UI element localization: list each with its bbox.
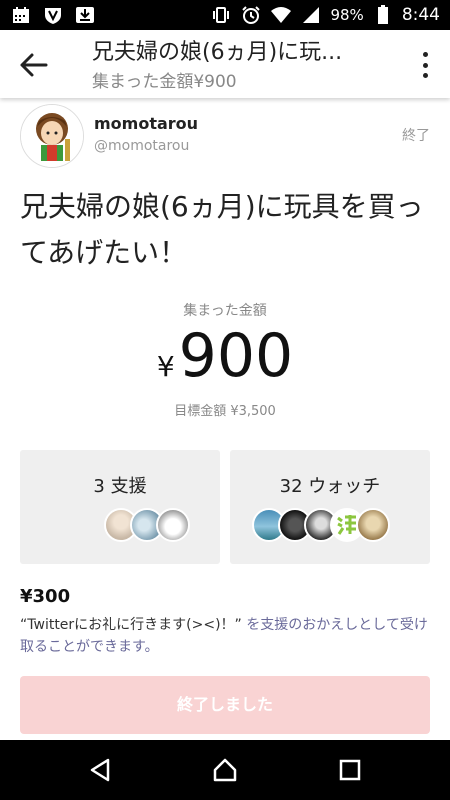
supporter-avatars <box>104 508 190 542</box>
navigation-bar <box>0 740 450 800</box>
back-button[interactable] <box>18 50 52 80</box>
avatar <box>156 508 190 542</box>
alarm-icon <box>240 4 262 26</box>
status-bar: 98% 8:44 <box>0 0 450 30</box>
project-title: 兄夫婦の娘(6ヵ月)に玩具を買ってあげたい！ <box>20 190 424 269</box>
clock: 8:44 <box>401 5 440 25</box>
shield-v-icon <box>42 4 64 26</box>
watchers-count: 32 ウォッチ <box>279 476 381 497</box>
goal-amount: 目標金額 ¥3,500 <box>174 404 276 419</box>
vibrate-icon <box>210 4 232 26</box>
owner-avatar[interactable] <box>20 104 84 168</box>
amount-value: 900 <box>178 321 294 391</box>
owner-username[interactable]: momotarou <box>94 114 198 133</box>
nav-recent-button[interactable] <box>336 756 364 784</box>
battery-icon <box>372 4 394 26</box>
nav-back-button[interactable] <box>86 756 114 784</box>
more-options-button[interactable] <box>418 52 432 78</box>
battery-percent: 98% <box>330 6 364 24</box>
supporters-count: 3 支援 <box>93 476 147 497</box>
app-bar: 兄夫婦の娘(6ヵ月)に玩... 集まった金額¥900 <box>0 30 450 98</box>
owner-handle: @momotarou <box>94 138 190 154</box>
calendar-icon <box>10 4 32 26</box>
status-badge: 終了 <box>402 128 430 144</box>
ended-button[interactable]: 終了しました <box>20 676 430 734</box>
square-recent-icon <box>339 759 361 781</box>
collected-amount: ¥900 <box>0 320 450 392</box>
download-box-icon <box>74 4 96 26</box>
collected-label: 集まった金額 <box>183 303 267 319</box>
nav-home-button[interactable] <box>211 756 239 784</box>
watchers-card[interactable]: 32 ウォッチ <box>230 450 430 564</box>
home-icon <box>213 758 237 782</box>
signal-icon <box>300 4 322 26</box>
page-title: 兄夫婦の娘(6ヵ月)に玩... <box>92 40 343 65</box>
currency-symbol: ¥ <box>156 350 175 383</box>
reward-description: “Twitterにお礼に行きます(><)！” を支援のおかえしとして受け取ること… <box>20 614 432 658</box>
watcher-avatars <box>252 508 390 542</box>
avatar <box>356 508 390 542</box>
reward-quote: “Twitterにお礼に行きます(><)！” <box>20 617 242 633</box>
more-vertical-icon <box>422 52 428 57</box>
arrow-left-icon <box>20 53 48 77</box>
triangle-back-icon <box>90 758 110 782</box>
reward-price: ¥300 <box>20 586 71 607</box>
project-content: momotarou @momotarou 終了 兄夫婦の娘(6ヵ月)に玩具を買っ… <box>0 98 450 740</box>
supporters-card[interactable]: 3 支援 <box>20 450 220 564</box>
wifi-icon <box>270 4 292 26</box>
page-subtitle: 集まった金額¥900 <box>92 72 237 92</box>
